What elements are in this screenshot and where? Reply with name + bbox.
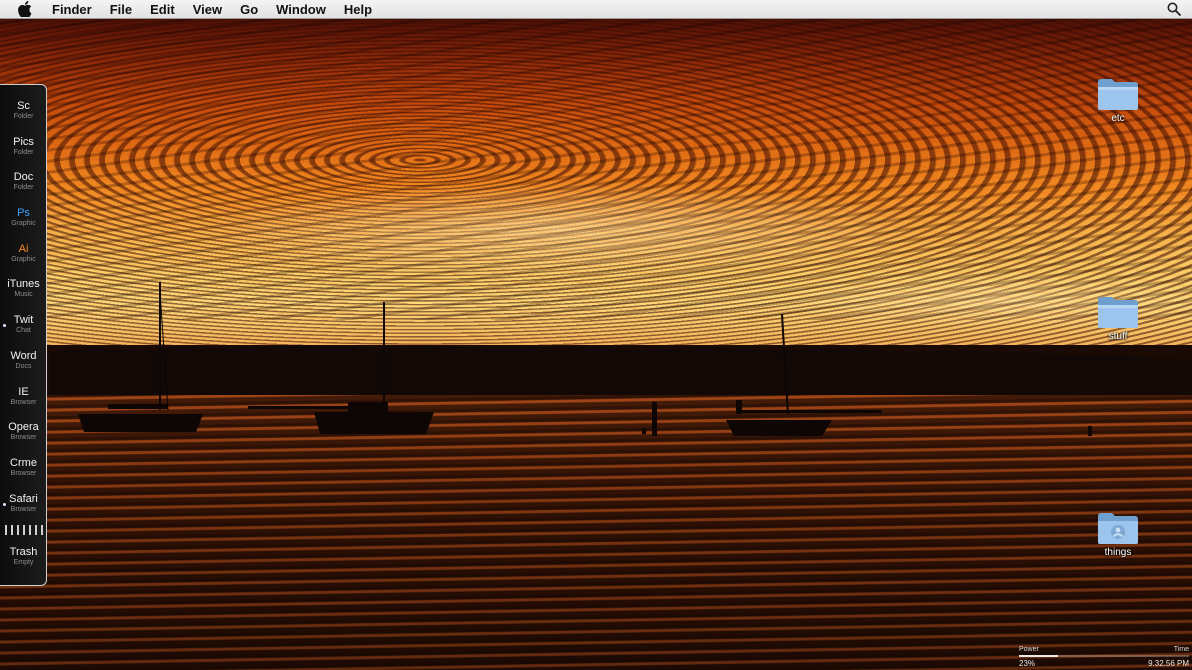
shared-folder-icon bbox=[1088, 510, 1148, 546]
menu-go[interactable]: Go bbox=[240, 0, 258, 19]
dock-item-twit[interactable]: Twit Chat bbox=[0, 311, 47, 345]
desktop-wallpaper bbox=[0, 0, 1192, 670]
power-label: Power bbox=[1019, 646, 1039, 653]
dock-item-pics[interactable]: Pics Folder bbox=[0, 133, 47, 167]
dock: Sc Folder Pics Folder Doc Folder Ps Grap… bbox=[0, 84, 47, 586]
dock-item-ie[interactable]: IE Browser bbox=[0, 383, 47, 417]
menu-view[interactable]: View bbox=[193, 0, 222, 19]
power-bar-fill bbox=[1019, 655, 1059, 657]
desktop-icon-label: stuff bbox=[1108, 331, 1128, 342]
dock-item-subtitle: Graphic bbox=[11, 220, 36, 227]
desktop-icon-things[interactable]: things bbox=[1088, 510, 1148, 558]
folder-icon bbox=[1088, 294, 1148, 330]
dock-item-trash[interactable]: Trash Empty bbox=[0, 543, 47, 577]
dock-item-label: Trash bbox=[9, 546, 38, 558]
dock-item-label: IE bbox=[18, 386, 29, 398]
dock-item-doc[interactable]: Doc Folder bbox=[0, 168, 47, 202]
apple-icon[interactable] bbox=[18, 1, 34, 17]
dock-item-subtitle: Browser bbox=[10, 470, 37, 477]
dock-item-label: Twit bbox=[13, 314, 34, 326]
dock-item-safari[interactable]: Safari Browser bbox=[0, 490, 47, 524]
dock-item-subtitle: Browser bbox=[10, 506, 37, 513]
dock-item-subtitle: Browser bbox=[10, 434, 37, 441]
dock-item-subtitle: Music bbox=[14, 291, 33, 298]
mooring-post-silhouette bbox=[642, 402, 657, 436]
dock-item-illustrator[interactable]: Ai Graphic bbox=[0, 240, 47, 274]
dock-item-subtitle: Empty bbox=[13, 559, 34, 566]
dock-item-label: Word bbox=[10, 350, 37, 362]
dock-item-subtitle: Graphic bbox=[11, 256, 36, 263]
running-indicator-icon bbox=[3, 324, 6, 327]
dock-item-label: Sc bbox=[17, 100, 30, 112]
dock-item-opera[interactable]: Opera Browser bbox=[0, 418, 47, 452]
dock-item-sc[interactable]: Sc Folder bbox=[0, 97, 47, 131]
cloud-texture bbox=[0, 0, 1192, 320]
dock-item-photoshop[interactable]: Ps Graphic bbox=[0, 204, 47, 238]
status-widget: Power Time 23% 9.32.56 PM bbox=[1016, 646, 1192, 670]
menu-window[interactable]: Window bbox=[276, 0, 326, 19]
buoy-silhouette bbox=[1088, 426, 1092, 436]
desktop-icon-label: etc bbox=[1111, 113, 1125, 124]
dock-item-subtitle: Docs bbox=[15, 363, 32, 370]
dock-item-label: Opera bbox=[8, 421, 39, 433]
power-value: 23% bbox=[1019, 659, 1036, 668]
sailboat-silhouette bbox=[248, 302, 434, 434]
spotlight-search-icon[interactable] bbox=[1167, 2, 1181, 16]
running-indicator-icon bbox=[3, 503, 6, 506]
dock-item-label: Safari bbox=[9, 493, 38, 505]
desktop-icon-label: things bbox=[1104, 547, 1132, 558]
dock-separator bbox=[5, 525, 43, 535]
dock-item-label: Ps bbox=[17, 207, 30, 219]
menu-finder[interactable]: Finder bbox=[52, 0, 92, 19]
menu-help[interactable]: Help bbox=[344, 0, 372, 19]
dock-item-subtitle: Browser bbox=[10, 399, 37, 406]
desktop-icon-stuff[interactable]: stuff bbox=[1088, 294, 1148, 342]
dock-item-label: Crme bbox=[10, 457, 37, 469]
power-bar bbox=[1019, 655, 1189, 657]
dock-item-subtitle: Folder bbox=[13, 113, 34, 120]
dock-item-subtitle: Folder bbox=[13, 184, 34, 191]
sailboat-silhouette bbox=[726, 314, 882, 436]
dock-item-subtitle: Folder bbox=[13, 149, 34, 156]
dock-item-label: iTunes bbox=[7, 278, 40, 290]
desktop-icon-etc[interactable]: etc bbox=[1088, 76, 1148, 124]
sailboat-silhouette bbox=[78, 282, 203, 432]
menu-edit[interactable]: Edit bbox=[150, 0, 175, 19]
time-label: Time bbox=[1173, 646, 1189, 653]
dock-item-label: Ai bbox=[18, 243, 29, 255]
dock-item-subtitle: Chat bbox=[16, 327, 31, 334]
dock-item-label: Doc bbox=[13, 171, 34, 183]
treeline-silhouette bbox=[50, 344, 1192, 400]
dock-item-label: Pics bbox=[13, 136, 34, 148]
time-value: 9.32.56 PM bbox=[1148, 659, 1189, 668]
dock-item-itunes[interactable]: iTunes Music bbox=[0, 275, 47, 309]
dock-item-chrome[interactable]: Crme Browser bbox=[0, 454, 47, 488]
folder-icon bbox=[1088, 76, 1148, 112]
menu-bar: Finder File Edit View Go Window Help bbox=[0, 0, 1192, 19]
menu-file[interactable]: File bbox=[110, 0, 132, 19]
dock-item-word[interactable]: Word Docs bbox=[0, 347, 47, 381]
